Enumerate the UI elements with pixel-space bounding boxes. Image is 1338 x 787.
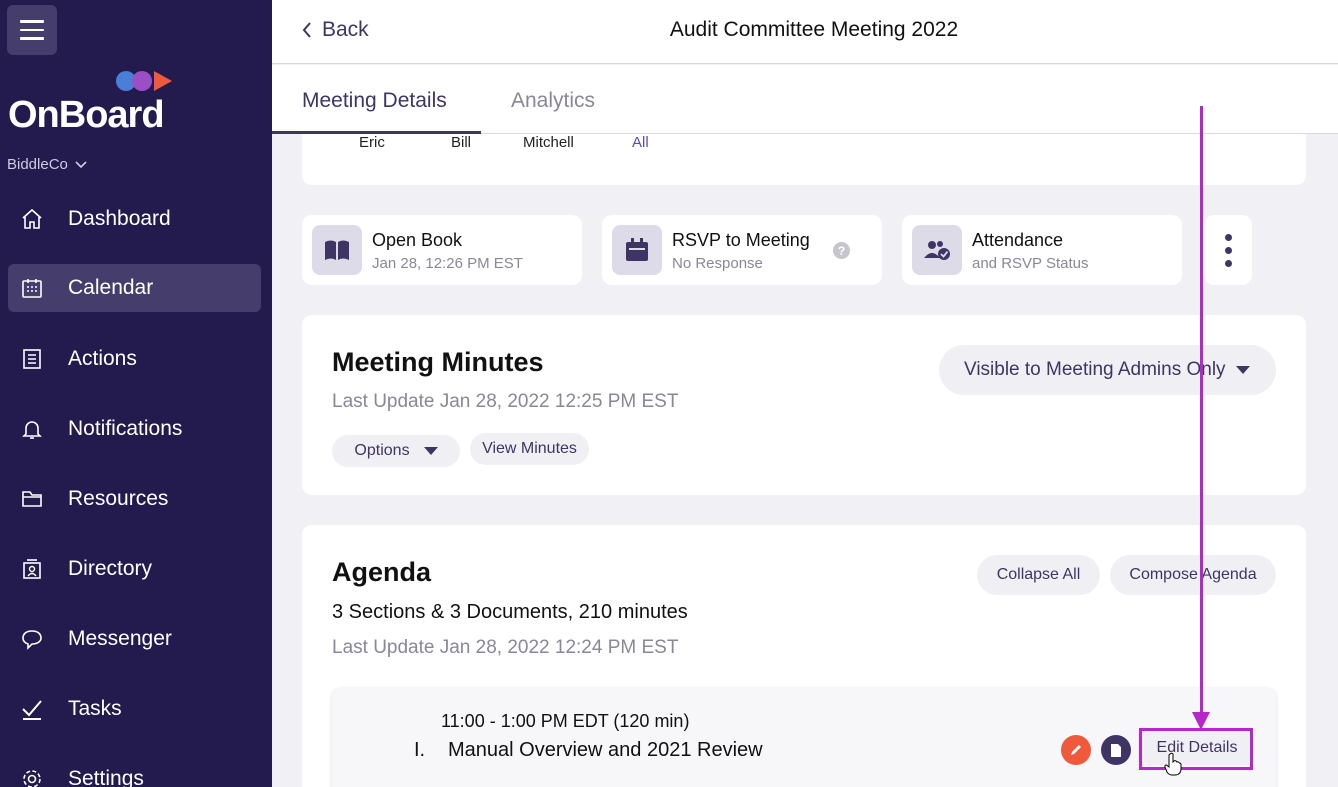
options-dropdown[interactable]: Options — [332, 435, 460, 467]
hamburger-menu-button[interactable] — [7, 5, 57, 55]
bell-icon — [20, 417, 44, 441]
agenda-item-time: 11:00 - 1:00 PM EDT (120 min) — [441, 711, 690, 731]
compose-agenda-button[interactable]: Compose Agenda — [1110, 555, 1276, 595]
options-label: Options — [354, 442, 410, 459]
minutes-heading: Meeting Minutes — [332, 347, 544, 377]
checklist-icon — [20, 347, 44, 371]
attendance-card[interactable]: Attendance and RSVP Status — [902, 215, 1182, 285]
more-options-button[interactable] — [1204, 215, 1252, 285]
sidebar-item-label: Directory — [68, 557, 153, 580]
kebab-dot — [1224, 246, 1232, 254]
sidebar-item-label: Actions — [68, 347, 137, 370]
visibility-dropdown[interactable]: Visible to Meeting Admins Only — [939, 345, 1276, 395]
page-title: Audit Committee Meeting 2022 — [669, 18, 959, 41]
gear-icon — [20, 767, 44, 787]
chat-icon — [20, 627, 44, 651]
sidebar-item-calendar[interactable]: Calendar — [8, 264, 261, 312]
menu-line — [20, 20, 44, 23]
agenda-last-update: Last Update Jan 28, 2022 12:24 PM EST — [332, 637, 679, 658]
sidebar-item-notifications[interactable]: Notifications — [8, 405, 261, 453]
sidebar-item-directory[interactable]: Directory — [8, 545, 261, 593]
hand-cursor-icon — [1164, 752, 1182, 776]
brand-name: OnBoard — [8, 94, 165, 136]
sidebar-item-label: Settings — [68, 767, 144, 787]
directory-icon — [20, 557, 44, 581]
logo-dots-icon — [116, 71, 172, 91]
pencil-icon[interactable] — [1061, 735, 1091, 765]
agenda-summary: 3 Sections & 3 Documents, 210 minutes — [332, 601, 688, 623]
attendee-name[interactable]: Mitchell — [523, 134, 574, 151]
users-check-icon — [912, 225, 962, 275]
sidebar: OnBoard BiddleCo Dashboard Calendar Acti… — [0, 0, 272, 787]
sidebar-item-label: Messenger — [68, 627, 172, 650]
sidebar-item-label: Calendar — [68, 276, 154, 299]
page-header: Back Audit Committee Meeting 2022 — [272, 0, 1338, 64]
folder-icon — [20, 487, 44, 511]
open-book-card[interactable]: Open Book Jan 28, 12:26 PM EST — [302, 215, 582, 285]
minutes-last-update: Last Update Jan 28, 2022 12:25 PM EST — [332, 391, 679, 412]
onboard-logo[interactable]: OnBoard — [8, 68, 178, 138]
org-switcher[interactable]: BiddleCo — [7, 156, 88, 173]
kebab-dot — [1224, 259, 1232, 267]
sidebar-item-label: Resources — [68, 487, 169, 510]
agenda-item[interactable]: 11:00 - 1:00 PM EDT (120 min) I. Manual … — [332, 688, 1276, 787]
attendee-name[interactable]: Eric — [359, 134, 385, 151]
agenda-item-title: Manual Overview and 2021 Review — [448, 739, 763, 761]
annotation-arrow — [1200, 106, 1203, 714]
book-icon — [312, 225, 362, 275]
card-title: Attendance — [972, 230, 1064, 250]
sidebar-item-messenger[interactable]: Messenger — [8, 615, 261, 663]
kebab-dot — [1224, 233, 1232, 241]
tab-analytics[interactable]: Analytics — [511, 89, 595, 113]
rsvp-card[interactable]: RSVP to Meeting No Response ? — [602, 215, 882, 285]
card-subtitle: and RSVP Status — [972, 255, 1089, 272]
visibility-label: Visible to Meeting Admins Only — [964, 359, 1226, 380]
menu-line — [20, 37, 44, 40]
agenda-item-number: I. — [414, 739, 426, 761]
meeting-minutes-card: Meeting Minutes Last Update Jan 28, 2022… — [302, 315, 1306, 495]
sidebar-item-actions[interactable]: Actions — [8, 335, 261, 383]
sidebar-item-label: Dashboard — [68, 207, 171, 230]
tab-meeting-details[interactable]: Meeting Details — [302, 89, 447, 113]
sidebar-item-tasks[interactable]: Tasks — [8, 685, 261, 733]
sidebar-item-resources[interactable]: Resources — [8, 475, 261, 523]
check-icon — [20, 697, 44, 721]
tab-bar: Meeting Details Analytics — [272, 65, 1338, 134]
attendee-name[interactable]: Bill — [451, 134, 471, 151]
calendar-icon — [612, 225, 662, 275]
card-subtitle: No Response — [672, 255, 763, 272]
calendar-icon — [20, 276, 44, 300]
sidebar-item-label: Notifications — [68, 417, 183, 440]
chevron-down-icon — [75, 160, 87, 168]
card-subtitle: Jan 28, 12:26 PM EST — [372, 255, 523, 272]
attendees-card: Eric Bill Mitchell All — [302, 134, 1306, 185]
annotation-highlight-box — [1139, 728, 1253, 770]
help-icon[interactable]: ? — [833, 242, 850, 259]
card-title: Open Book — [372, 230, 463, 250]
view-minutes-button[interactable]: View Minutes — [470, 433, 589, 465]
caret-down-icon — [1235, 366, 1250, 374]
document-icon[interactable] — [1101, 735, 1131, 765]
sidebar-item-settings[interactable]: Settings — [8, 755, 261, 787]
agenda-heading: Agenda — [332, 557, 432, 587]
menu-line — [20, 28, 44, 32]
sidebar-item-label: Tasks — [68, 697, 122, 720]
collapse-all-button[interactable]: Collapse All — [977, 555, 1100, 595]
sidebar-item-dashboard[interactable]: Dashboard — [8, 195, 261, 243]
home-icon — [20, 207, 44, 231]
org-name: BiddleCo — [7, 156, 68, 173]
caret-down-icon — [423, 447, 438, 455]
card-title: RSVP to Meeting — [672, 230, 810, 250]
view-all-attendees-link[interactable]: All — [632, 134, 649, 151]
